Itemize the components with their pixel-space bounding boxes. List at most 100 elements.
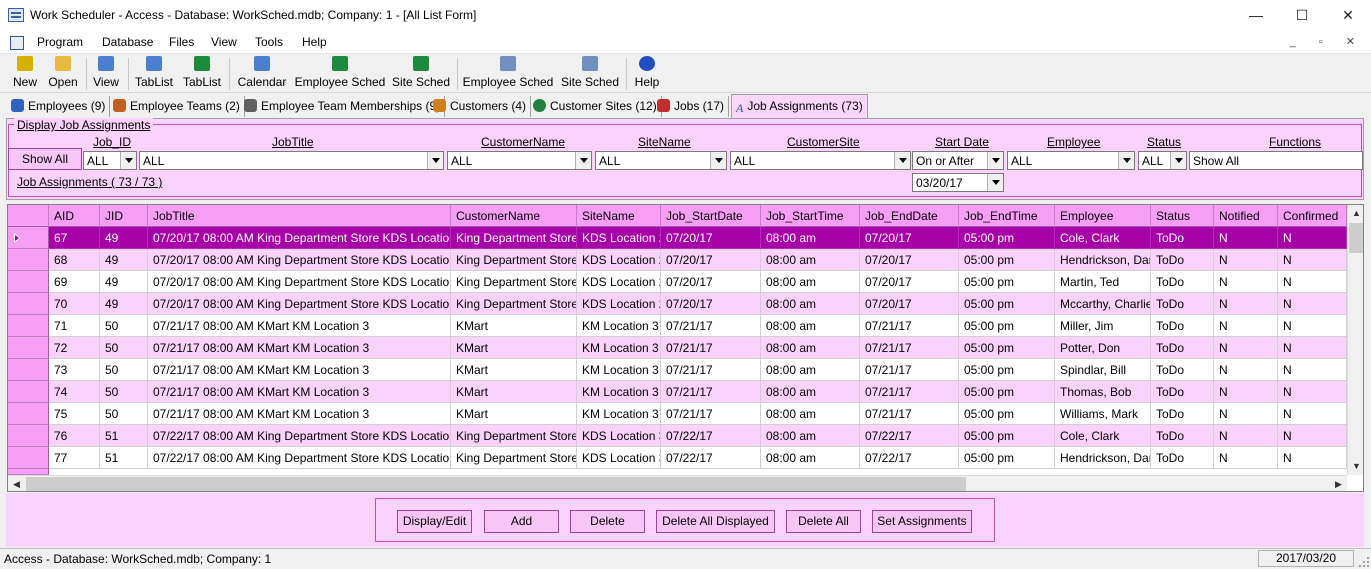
table-cell[interactable]: N <box>1278 249 1347 271</box>
help-button[interactable]: Help <box>631 56 663 92</box>
chevron-down-icon[interactable] <box>1170 152 1186 169</box>
table-cell[interactable]: KM Location 3 <box>577 337 661 359</box>
table-cell[interactable]: 07/21/17 <box>661 315 761 337</box>
table-cell[interactable]: 05:00 pm <box>959 315 1055 337</box>
table-cell[interactable]: KM Location 3 <box>577 381 661 403</box>
site-sched-print-button[interactable]: Site Sched <box>560 56 620 92</box>
table-cell[interactable]: 05:00 pm <box>959 227 1055 249</box>
table-cell[interactable]: ToDo <box>1151 227 1214 249</box>
column-header[interactable]: CustomerName <box>451 205 577 227</box>
table-cell[interactable]: KDS Location 2 <box>577 227 661 249</box>
table-cell[interactable]: 08:00 am <box>761 337 860 359</box>
table-cell[interactable]: N <box>1278 315 1347 337</box>
tab-employee-teams[interactable]: Employee Teams (2) <box>109 96 245 117</box>
job-id-select[interactable]: ALL <box>83 151 137 170</box>
table-cell[interactable]: 72 <box>49 337 100 359</box>
table-cell[interactable]: 07/20/17 <box>661 271 761 293</box>
resize-grip-icon[interactable] <box>1358 556 1370 568</box>
table-cell[interactable]: 07/21/17 <box>860 403 959 425</box>
table-cell[interactable]: 07/20/17 <box>860 271 959 293</box>
table-cell[interactable]: ToDo <box>1151 315 1214 337</box>
table-cell[interactable]: 08:00 am <box>761 315 860 337</box>
new-button[interactable]: New <box>10 56 40 92</box>
table-cell[interactable]: 07/20/17 08:00 AM King Department Store … <box>148 293 451 315</box>
table-cell[interactable]: N <box>1278 293 1347 315</box>
table-cell[interactable]: N <box>1278 337 1347 359</box>
table-cell[interactable]: 07/20/17 <box>661 293 761 315</box>
table-cell[interactable]: 49 <box>100 293 148 315</box>
maximize-button[interactable]: ☐ <box>1279 0 1325 31</box>
employee-sched-excel-button[interactable]: Employee Sched <box>294 56 386 92</box>
delete-all-button[interactable]: Delete All <box>786 510 861 533</box>
table-cell[interactable]: 49 <box>100 249 148 271</box>
table-cell[interactable]: ToDo <box>1151 249 1214 271</box>
tab-employees[interactable]: Employees (9) <box>7 96 111 117</box>
table-cell[interactable]: 07/21/17 <box>860 337 959 359</box>
start-date-picker[interactable]: 03/20/17 <box>912 173 1004 192</box>
tab-job-assignments[interactable]: A Job Assignments (73) <box>731 94 868 119</box>
table-cell[interactable]: 05:00 pm <box>959 271 1055 293</box>
table-cell[interactable]: N <box>1278 359 1347 381</box>
table-cell[interactable]: ToDo <box>1151 337 1214 359</box>
table-cell[interactable]: KM Location 3 <box>577 315 661 337</box>
column-header[interactable]: Notified <box>1214 205 1278 227</box>
table-cell[interactable]: N <box>1214 403 1278 425</box>
table-cell[interactable]: 70 <box>49 293 100 315</box>
table-cell[interactable]: N <box>1278 271 1347 293</box>
scroll-left-icon[interactable]: ◀ <box>8 476 25 491</box>
table-cell[interactable]: 71 <box>49 315 100 337</box>
row-selector[interactable] <box>8 227 49 249</box>
table-cell[interactable]: 51 <box>100 447 148 469</box>
column-header[interactable]: Job_StartTime <box>761 205 860 227</box>
scroll-up-icon[interactable]: ▲ <box>1348 205 1363 222</box>
site-sched-excel-button[interactable]: Site Sched <box>391 56 451 92</box>
menu-tools[interactable]: Tools <box>255 35 283 49</box>
show-all-button[interactable]: Show All <box>8 148 82 170</box>
table-cell[interactable]: 08:00 am <box>761 271 860 293</box>
row-selector[interactable] <box>8 359 49 381</box>
table-cell[interactable]: N <box>1214 315 1278 337</box>
table-cell[interactable]: 07/20/17 08:00 AM King Department Store … <box>148 271 451 293</box>
table-cell[interactable]: 05:00 pm <box>959 249 1055 271</box>
set-assignments-button[interactable]: Set Assignments <box>872 510 972 533</box>
table-cell[interactable]: KMart <box>451 403 577 425</box>
table-cell[interactable]: KM Location 3 <box>577 403 661 425</box>
table-cell[interactable]: ToDo <box>1151 403 1214 425</box>
row-selector[interactable] <box>8 381 49 403</box>
table-cell[interactable]: 73 <box>49 359 100 381</box>
table-cell[interactable]: ToDo <box>1151 271 1214 293</box>
table-cell[interactable]: 07/20/17 <box>860 293 959 315</box>
status-select[interactable]: ALL <box>1138 151 1187 170</box>
view-button[interactable]: View <box>91 56 121 92</box>
table-cell[interactable]: N <box>1214 425 1278 447</box>
table-cell[interactable]: King Department Store <box>451 227 577 249</box>
table-cell[interactable]: 07/21/17 <box>860 359 959 381</box>
job-assignments-grid[interactable]: AID JID JobTitle CustomerName SiteName Job_St… <box>7 204 1364 492</box>
display-edit-button[interactable]: Display/Edit <box>397 510 472 533</box>
chevron-down-icon[interactable] <box>427 152 443 169</box>
table-cell[interactable]: 05:00 pm <box>959 425 1055 447</box>
table-cell[interactable]: 05:00 pm <box>959 403 1055 425</box>
table-cell[interactable]: KDS Location 2 <box>577 271 661 293</box>
table-cell[interactable]: 07/22/17 <box>661 447 761 469</box>
close-button[interactable]: ✕ <box>1325 0 1371 31</box>
table-cell[interactable]: N <box>1214 227 1278 249</box>
table-cell[interactable]: KM Location 3 <box>577 359 661 381</box>
column-header[interactable]: Job_EndDate <box>860 205 959 227</box>
job-title-select[interactable]: ALL <box>139 151 444 170</box>
table-cell[interactable]: 07/21/17 08:00 AM KMart KM Location 3 <box>148 381 451 403</box>
table-cell[interactable]: Hendrickson, Dan <box>1055 249 1151 271</box>
column-header[interactable]: Job_StartDate <box>661 205 761 227</box>
vertical-scroll-thumb[interactable] <box>1349 223 1363 253</box>
menu-help[interactable]: Help <box>302 35 327 49</box>
table-cell[interactable]: 07/21/17 <box>661 337 761 359</box>
table-cell[interactable]: ToDo <box>1151 293 1214 315</box>
menu-database[interactable]: Database <box>102 35 153 49</box>
table-cell[interactable]: KMart <box>451 359 577 381</box>
employee-select[interactable]: ALL <box>1007 151 1135 170</box>
row-selector[interactable] <box>8 315 49 337</box>
table-cell[interactable]: 07/21/17 <box>661 359 761 381</box>
table-cell[interactable]: 67 <box>49 227 100 249</box>
chevron-down-icon[interactable] <box>575 152 591 169</box>
open-button[interactable]: Open <box>45 56 81 92</box>
